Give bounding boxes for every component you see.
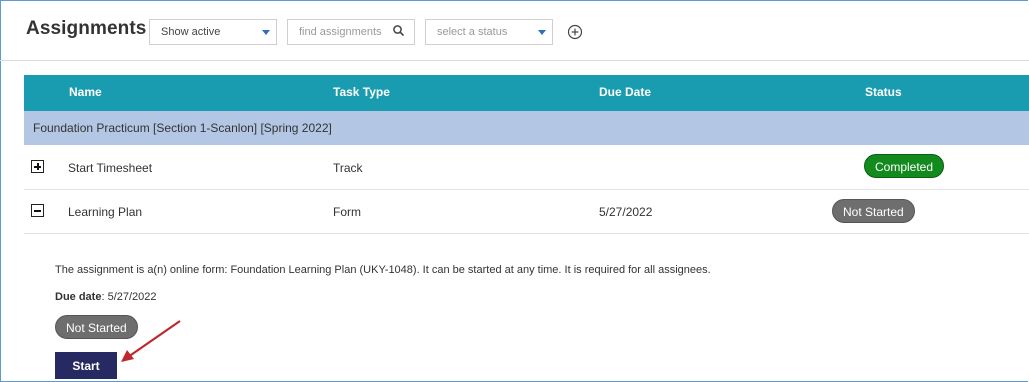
status-badge: Not Started [832, 199, 915, 223]
assignments-toolbar: Assignments Show active find assignments… [0, 0, 1029, 61]
collapse-minus-icon[interactable] [31, 204, 44, 217]
row-name[interactable]: Learning Plan [68, 205, 142, 219]
row-name[interactable]: Start Timesheet [68, 161, 152, 175]
status-badge: Completed [864, 154, 945, 178]
row-due-date: 5/27/2022 [599, 205, 653, 219]
table-row: Start Timesheet Track Completed [24, 145, 1029, 190]
column-header-task-type[interactable]: Task Type [333, 85, 390, 99]
chevron-down-icon [538, 30, 546, 35]
filter-select-value: Show active [161, 26, 221, 38]
add-circle-icon[interactable] [566, 23, 584, 41]
annotation-arrow [121, 320, 181, 362]
search-icon[interactable] [392, 24, 406, 38]
column-header-status[interactable]: Status [865, 85, 902, 99]
due-date-value: : 5/27/2022 [101, 291, 157, 303]
expand-plus-icon[interactable] [31, 160, 44, 173]
assignment-description: The assignment is a(n) online form: Foun… [55, 264, 711, 276]
filter-select[interactable]: Show active [149, 19, 277, 45]
row-task-type: Track [333, 161, 363, 175]
status-select-placeholder: select a status [437, 26, 508, 38]
row-task-type: Form [333, 205, 361, 219]
start-button[interactable]: Start [55, 352, 117, 379]
page-title: Assignments [26, 18, 147, 39]
search-input[interactable]: find assignments [287, 19, 415, 45]
status-select[interactable]: select a status [425, 19, 553, 45]
column-header-name[interactable]: Name [69, 85, 102, 99]
chevron-down-icon [262, 30, 270, 35]
course-group-label: Foundation Practicum [Section 1-Scanlon]… [33, 121, 332, 135]
table-header: Name Task Type Due Date Status [24, 75, 1029, 111]
search-placeholder: find assignments [299, 26, 382, 38]
assignment-due-date: Due date: 5/27/2022 [55, 291, 157, 303]
column-header-due-date[interactable]: Due Date [599, 85, 651, 99]
table-row: Learning Plan Form 5/27/2022 Not Started [24, 189, 1029, 234]
due-date-label: Due date [55, 291, 102, 303]
course-group-row: Foundation Practicum [Section 1-Scanlon]… [24, 111, 1029, 145]
